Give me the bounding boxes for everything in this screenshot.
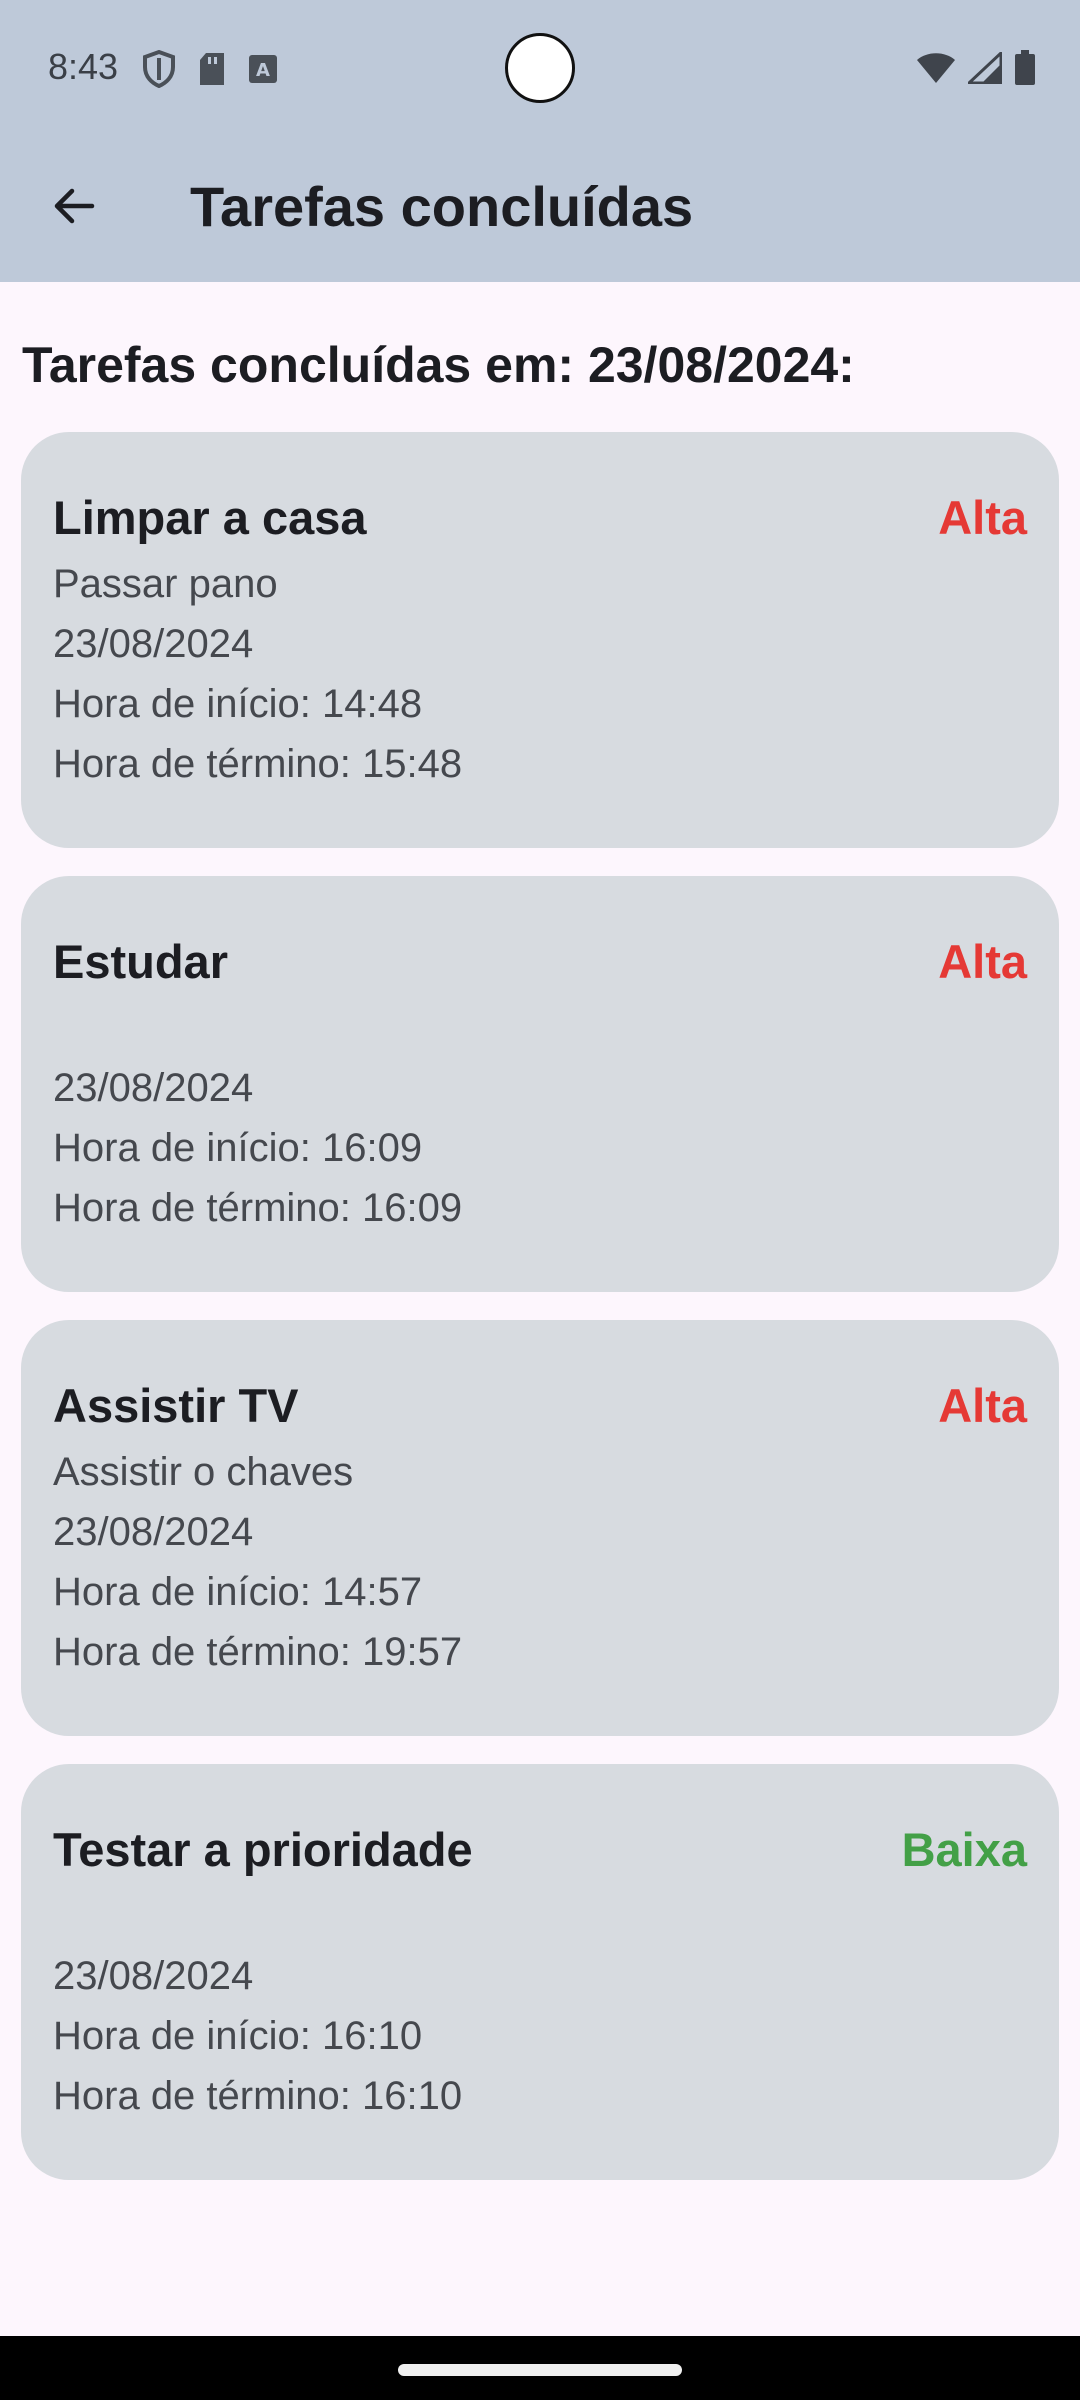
task-priority: Baixa [901,1823,1027,1876]
camera-cutout [505,33,575,103]
task-end-time: Hora de término: 19:57 [53,1630,463,1674]
shield-icon [142,49,176,93]
app-bar: Tarefas concluídas [0,136,1080,282]
sd-card-icon [198,52,226,91]
task-card[interactable]: Estudar Alta 23/08/2024 Hora de início: … [21,876,1059,1292]
task-title: Limpar a casa [53,491,367,544]
status-icons-right [916,49,1036,91]
task-start-time: Hora de início: 16:10 [53,2014,423,2058]
task-priority: Alta [938,1379,1027,1432]
task-title: Assistir TV [53,1379,299,1432]
task-date: 23/08/2024 [53,622,254,666]
task-description: Assistir o chaves [53,1450,354,1494]
task-start-time: Hora de início: 14:57 [53,1570,423,1614]
task-end-time: Hora de término: 16:10 [53,2074,463,2118]
task-title: Testar a prioridade [53,1823,473,1876]
wifi-icon [916,52,956,89]
task-end-time: Hora de término: 15:48 [53,742,463,786]
task-start-time: Hora de início: 14:48 [53,682,423,726]
battery-icon [1014,50,1036,91]
task-description: Passar pano [53,562,278,606]
screen: 8:43 A Tarefas concluídas Tarefas conclu… [0,0,1080,2400]
task-priority: Alta [938,935,1027,988]
svg-text:A: A [256,60,270,81]
task-card[interactable]: Testar a prioridade Baixa 23/08/2024 Hor… [21,1764,1059,2180]
navigation-bar [0,2336,1080,2400]
task-card[interactable]: Limpar a casa Alta Passar pano 23/08/202… [21,432,1059,848]
back-button[interactable] [38,172,110,244]
status-time: 8:43 [48,46,119,87]
task-priority: Alta [938,491,1027,544]
status-icons-left: A [142,49,278,93]
task-end-time: Hora de término: 16:09 [53,1186,463,1230]
section-heading: Tarefas concluídas em: 23/08/2024: [22,337,855,393]
task-date: 23/08/2024 [53,1954,254,1998]
task-date: 23/08/2024 [53,1510,254,1554]
home-gesture-handle[interactable] [398,2364,682,2376]
signal-icon [965,49,1003,89]
task-card[interactable]: Assistir TV Alta Assistir o chaves 23/08… [21,1320,1059,1736]
page-title: Tarefas concluídas [190,175,694,238]
status-bar: 8:43 A [0,0,1080,136]
task-date: 23/08/2024 [53,1066,254,1110]
task-start-time: Hora de início: 16:09 [53,1126,423,1170]
keyboard-a-icon: A [248,54,278,89]
task-title: Estudar [53,935,228,988]
arrow-left-icon [50,182,98,235]
